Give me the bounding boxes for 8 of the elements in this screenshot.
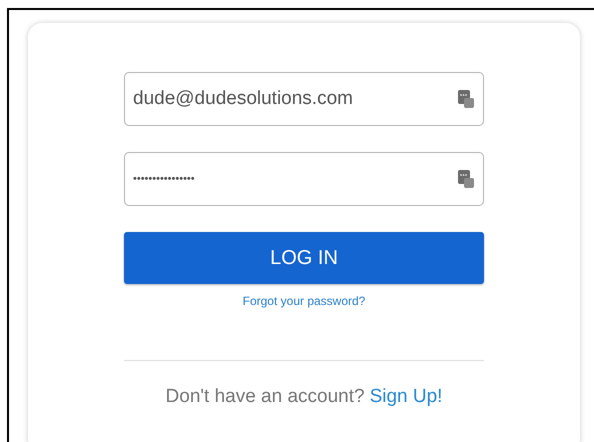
forgot-password-link[interactable]: Forgot your password? [242, 294, 366, 308]
login-button[interactable]: LOG IN [124, 232, 484, 284]
sign-up-link[interactable]: Sign Up! [370, 386, 442, 408]
password-field[interactable]: •••••••••••••••• [124, 152, 484, 206]
signup-prompt: Don't have an account? [166, 386, 365, 408]
email-field[interactable]: dude@dudesolutions.com [124, 72, 484, 126]
card-icon [458, 170, 474, 188]
card-icon [458, 90, 474, 108]
